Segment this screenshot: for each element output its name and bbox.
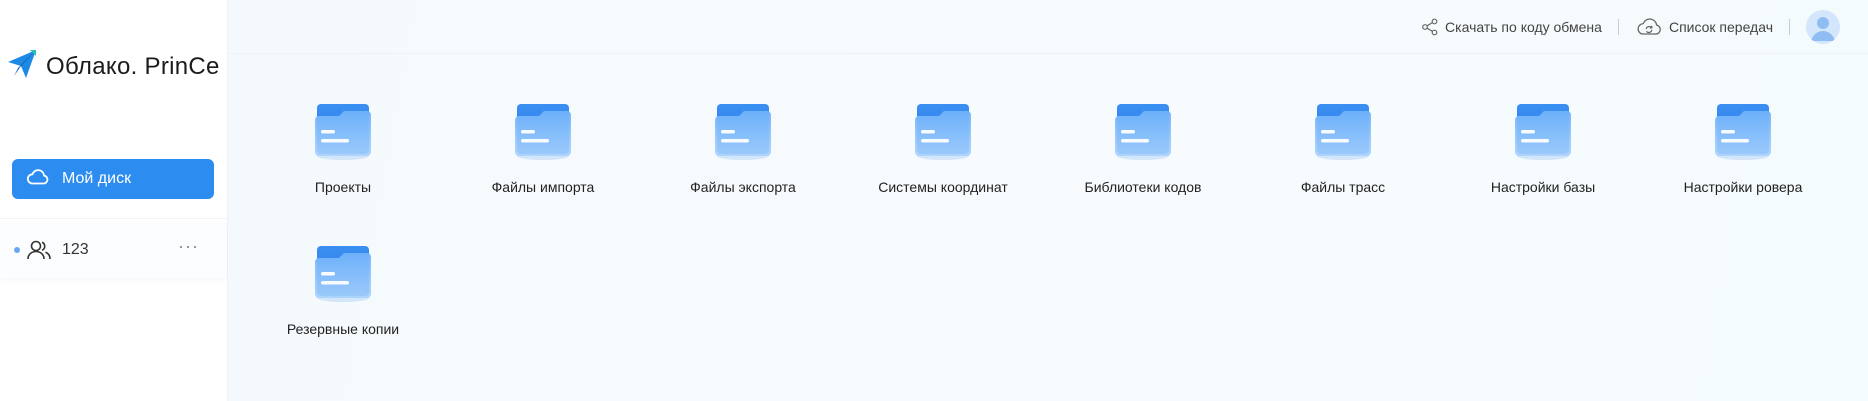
folder-item[interactable]: Проекты: [253, 80, 433, 200]
download-by-code-button[interactable]: Скачать по коду обмена: [1421, 18, 1602, 36]
folder-label: Файлы импорта: [491, 179, 595, 195]
folder-item[interactable]: Файлы трасс: [1253, 80, 1433, 200]
folder-icon: [1311, 80, 1375, 167]
download-by-code-label: Скачать по коду обмена: [1445, 19, 1602, 35]
brand-logo[interactable]: Облако. PrinCe: [6, 48, 220, 85]
header-separator: [1789, 19, 1790, 35]
folder-item[interactable]: Настройки базы: [1453, 80, 1633, 200]
folder-label: Системы координат: [878, 179, 1008, 195]
folder-item[interactable]: Системы координат: [853, 80, 1033, 200]
group-label: 123: [62, 241, 89, 258]
cloud-icon: [26, 167, 50, 192]
folder-label: Файлы экспорта: [690, 179, 796, 195]
sidebar-divider: [0, 218, 227, 219]
folder-label: Проекты: [314, 179, 372, 195]
folder-icon: [1111, 80, 1175, 167]
transfers-list-label: Список передач: [1668, 19, 1773, 35]
folder-item[interactable]: Настройки ровера: [1653, 80, 1833, 200]
folder-icon: [1711, 80, 1775, 167]
sidebar: Облако. PrinCe Мой диск 123 ···: [0, 0, 228, 401]
folder-icon: [911, 80, 975, 167]
share-icon: [1421, 18, 1439, 36]
folder-label: Библиотеки кодов: [1084, 179, 1202, 195]
folder-icon: [711, 80, 775, 167]
folder-label: Настройки ровера: [1683, 179, 1803, 195]
folder-label: Резервные копии: [286, 321, 400, 337]
top-header: Скачать по коду обмена Список передач: [228, 0, 1868, 54]
my-disk-label: Мой диск: [62, 170, 132, 187]
folder-item[interactable]: Файлы импорта: [453, 80, 633, 200]
folder-label: Настройки базы: [1490, 179, 1596, 195]
folder-icon: [311, 222, 375, 309]
folder-icon: [511, 80, 575, 167]
brand-name: Облако. PrinCe: [46, 52, 220, 80]
user-avatar-icon[interactable]: [1806, 10, 1840, 44]
cloud-sync-icon: [1635, 17, 1663, 37]
folder-icon: [311, 80, 375, 167]
folder-item[interactable]: Библиотеки кодов: [1053, 80, 1233, 200]
paper-plane-logo-icon: [6, 48, 38, 85]
folder-item[interactable]: Резервные копии: [253, 222, 433, 342]
header-actions: Скачать по коду обмена Список передач: [1421, 10, 1840, 44]
status-dot: [14, 247, 20, 253]
sidebar-item-group-123[interactable]: 123 ···: [0, 222, 227, 278]
folder-item[interactable]: Файлы экспорта: [653, 80, 833, 200]
folder-icon: [1511, 80, 1575, 167]
header-separator: [1617, 19, 1619, 35]
transfers-list-button[interactable]: Список передач: [1635, 17, 1773, 37]
more-options-icon[interactable]: ···: [178, 236, 199, 257]
users-icon: [26, 238, 52, 262]
main-content: Скачать по коду обмена Список передач Пр…: [228, 0, 1868, 401]
my-disk-button[interactable]: Мой диск: [12, 159, 214, 199]
folder-label: Файлы трасс: [1300, 179, 1386, 195]
